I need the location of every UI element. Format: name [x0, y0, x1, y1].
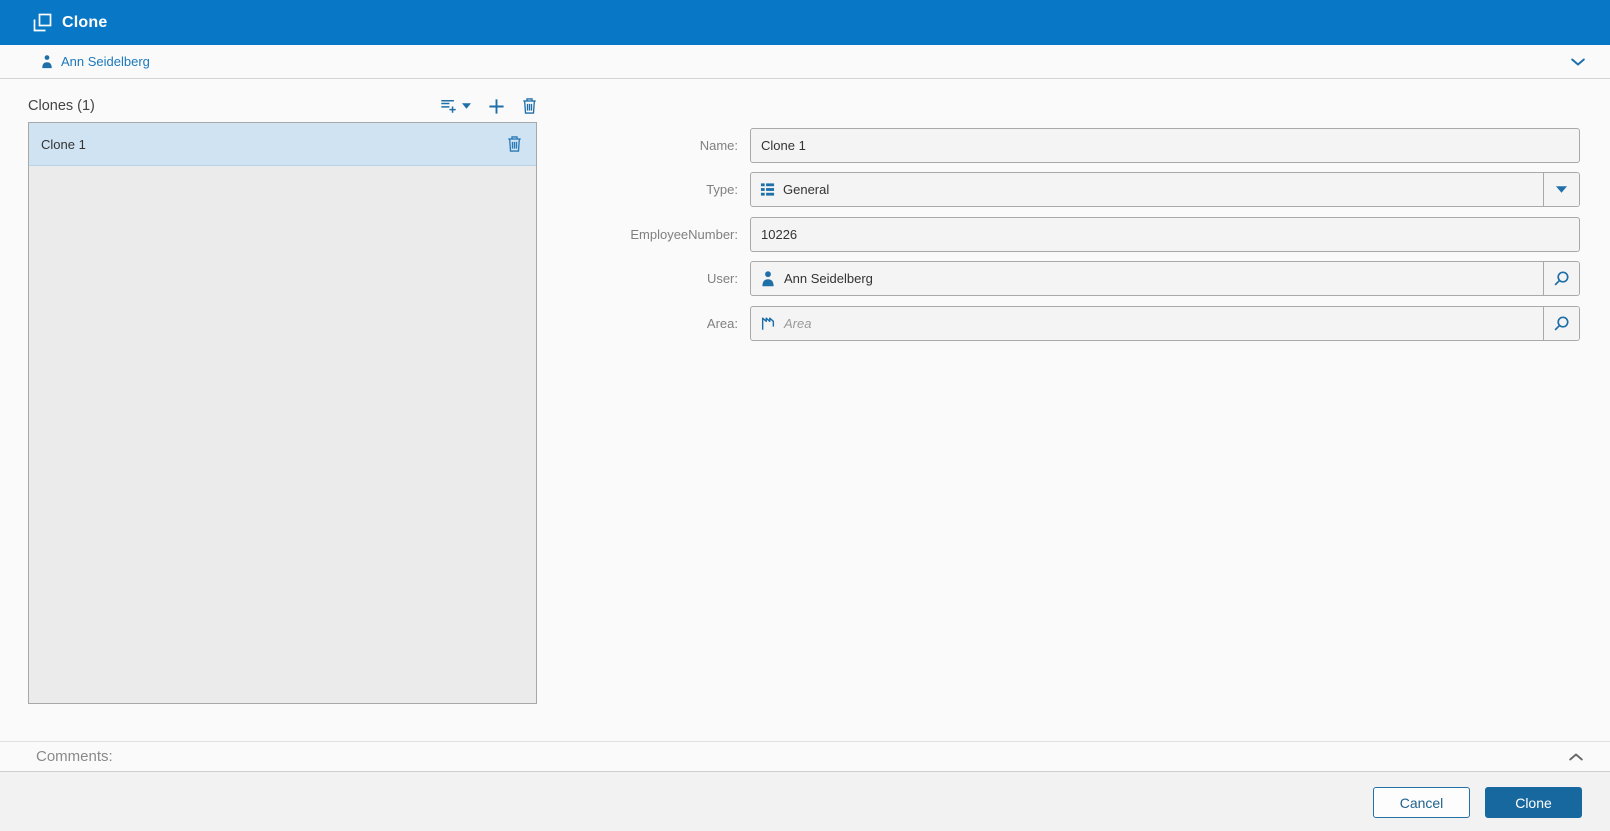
- form-row-employee-number: EmployeeNumber:: [540, 217, 1580, 252]
- clones-list: Clone 1: [28, 122, 537, 704]
- cancel-button[interactable]: Cancel: [1373, 787, 1470, 818]
- window-title: Clone: [62, 13, 108, 31]
- form-row-name: Name:: [540, 128, 1580, 163]
- employee-number-input[interactable]: [751, 218, 1579, 251]
- employee-number-field: [750, 217, 1580, 252]
- clone-icon: [33, 13, 52, 32]
- form-row-type: Type: General: [540, 172, 1580, 207]
- add-clone-button[interactable]: [488, 98, 505, 115]
- clones-list-header: Clones (1): [28, 92, 537, 120]
- user-label: User:: [706, 271, 738, 286]
- type-dropdown-button[interactable]: [1543, 173, 1579, 206]
- search-icon: [1553, 270, 1570, 287]
- comments-label: Comments:: [36, 748, 113, 765]
- name-field: [750, 128, 1580, 163]
- area-placeholder: Area: [784, 316, 812, 331]
- search-icon: [1553, 315, 1570, 332]
- employee-number-label: EmployeeNumber:: [630, 227, 738, 242]
- user-value: Ann Seidelberg: [784, 271, 873, 286]
- area-icon: [760, 316, 776, 332]
- caret-down-icon: [462, 103, 471, 109]
- clone-button[interactable]: Clone: [1485, 787, 1582, 818]
- name-input[interactable]: [751, 129, 1579, 162]
- source-user-link[interactable]: Ann Seidelberg: [61, 54, 150, 69]
- clones-toolbar: [439, 97, 537, 115]
- form-row-area: Area: Area: [540, 306, 1580, 341]
- window-header: Clone: [0, 0, 1610, 45]
- name-label: Name:: [699, 138, 738, 153]
- type-field[interactable]: General: [750, 172, 1580, 207]
- user-field[interactable]: Ann Seidelberg: [750, 261, 1580, 296]
- type-list-icon: [760, 182, 775, 197]
- area-search-button[interactable]: [1543, 307, 1579, 340]
- type-label: Type:: [706, 182, 738, 197]
- delete-all-button[interactable]: [522, 97, 537, 115]
- clones-list-title: Clones (1): [28, 98, 95, 114]
- dialog-footer: Cancel Clone: [0, 772, 1610, 831]
- area-field[interactable]: Area: [750, 306, 1580, 341]
- type-value: General: [783, 182, 830, 197]
- person-icon: [40, 54, 54, 69]
- add-multiple-button[interactable]: [439, 97, 471, 115]
- user-search-button[interactable]: [1543, 262, 1579, 295]
- form-row-user: User: Ann Seidelberg: [540, 261, 1580, 296]
- chevron-up-icon[interactable]: [1566, 747, 1586, 767]
- clone-item-label: Clone 1: [41, 136, 86, 152]
- delete-clone-icon[interactable]: [507, 135, 522, 153]
- chevron-down-icon[interactable]: [1568, 52, 1588, 72]
- caret-down-icon: [1556, 186, 1567, 193]
- user-icon: [760, 270, 776, 287]
- area-label: Area:: [706, 316, 738, 331]
- source-record-bar: Ann Seidelberg: [0, 45, 1610, 79]
- comments-section-bar[interactable]: Comments:: [0, 741, 1610, 772]
- clone-list-item[interactable]: Clone 1: [29, 123, 536, 166]
